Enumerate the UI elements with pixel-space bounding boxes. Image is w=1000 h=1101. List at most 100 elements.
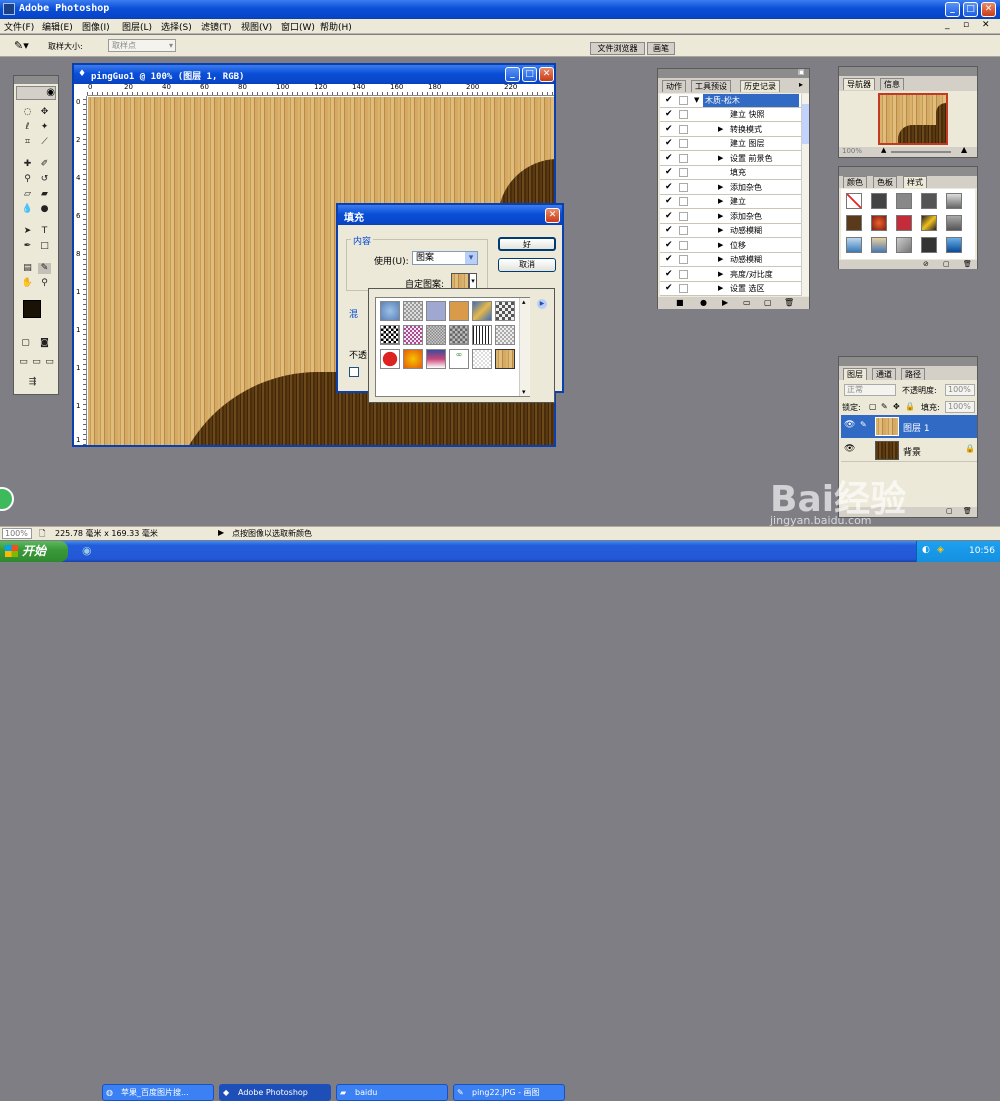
history-item[interactable]: ✔ ▶ 位移 [660, 239, 801, 253]
checkmark-icon[interactable]: ✔ [665, 96, 674, 105]
layer-row-background[interactable]: 👁 背景 🔒 [841, 439, 977, 462]
history-item[interactable]: ✔ ▶ 转换模式 [660, 123, 801, 137]
tab-paths[interactable]: 路径 [901, 368, 925, 380]
eraser-tool-icon[interactable]: ▱ [21, 189, 34, 200]
checkmark-icon[interactable]: ✔ [665, 255, 674, 264]
checkmark-icon[interactable]: ✔ [665, 269, 674, 279]
blur-tool-icon[interactable]: 💧 [21, 204, 34, 215]
pattern-swatch[interactable] [380, 325, 400, 345]
checkmark-icon[interactable]: ✔ [665, 240, 674, 250]
screen-mode-1-icon[interactable]: ▭ [17, 357, 30, 368]
zoom-slider[interactable] [891, 151, 951, 153]
expand-arrow-icon[interactable]: ▶ [718, 253, 723, 266]
pattern-swatch[interactable] [403, 349, 423, 369]
tab-history[interactable]: 历史记录 [740, 80, 780, 92]
stop-icon[interactable]: ■ [676, 297, 684, 309]
tray-icon[interactable]: ◈ [937, 545, 944, 555]
style-swatch[interactable] [871, 237, 887, 253]
brush-link-icon[interactable]: ✎ [860, 420, 867, 429]
pattern-swatch[interactable] [472, 349, 492, 369]
move-tool-icon[interactable]: ✥ [38, 107, 51, 118]
slice-tool-icon[interactable]: ⟋ [38, 137, 51, 148]
expand-arrow-icon[interactable]: ▶ [718, 195, 723, 208]
imageready-icon[interactable]: ⇶ [26, 377, 39, 388]
taskbar-item-folder[interactable]: ▰ baidu [336, 1084, 448, 1101]
menu-edit[interactable]: 编辑(E) [42, 20, 73, 33]
history-scrollbar[interactable] [801, 94, 809, 296]
scroll-thumb[interactable] [802, 104, 809, 144]
tab-swatches[interactable]: 色板 [873, 176, 897, 188]
expand-arrow-icon[interactable]: ▶ [718, 239, 723, 252]
style-swatch[interactable] [846, 237, 862, 253]
pattern-scrollbar[interactable]: ▴ ▾ [519, 298, 530, 396]
pattern-swatch[interactable] [472, 301, 492, 321]
pattern-swatch[interactable] [380, 349, 400, 369]
marquee-tool-icon[interactable]: ◌ [21, 107, 34, 118]
doc-restore-icon[interactable]: ▫ [963, 20, 969, 30]
style-swatch[interactable] [921, 215, 937, 231]
lock-position-icon[interactable]: ✥ [893, 402, 900, 411]
style-swatch[interactable] [846, 215, 862, 231]
toggle-icon[interactable] [679, 197, 688, 206]
menu-image[interactable]: 图像(I) [82, 20, 110, 33]
doc-close-button[interactable]: ✕ [539, 67, 554, 82]
zoom-in-icon[interactable]: ▲ [961, 145, 967, 154]
taskbar-item-photoshop[interactable]: ◆ Adobe Photoshop [219, 1084, 331, 1101]
menu-help[interactable]: 帮助(H) [320, 20, 352, 33]
new-set-icon[interactable]: ▭ [743, 297, 751, 309]
style-swatch[interactable] [921, 193, 937, 209]
toggle-icon[interactable] [679, 226, 688, 235]
magic-wand-icon[interactable]: ✦ [38, 122, 51, 133]
tab-navigator[interactable]: 导航器 [843, 78, 875, 90]
zoom-tool-icon[interactable]: ⚲ [38, 278, 51, 289]
style-swatch-none[interactable] [846, 193, 862, 209]
quickmask-off-icon[interactable]: ▢ [19, 338, 32, 349]
type-tool-icon[interactable]: T [38, 226, 51, 237]
new-action-icon[interactable]: ▢ [764, 297, 772, 309]
menu-file[interactable]: 文件(F) [4, 20, 34, 33]
panel-menu-icon[interactable]: ▸ [799, 80, 803, 89]
healing-tool-icon[interactable]: ✚ [21, 159, 34, 170]
quickmask-on-icon[interactable]: ◙ [38, 338, 51, 349]
history-item[interactable]: ✔ ▶ 动感模糊 [660, 224, 801, 238]
close-button[interactable]: ✕ [981, 2, 996, 17]
eyedropper-icon[interactable]: ✎ [38, 263, 51, 274]
cancel-button[interactable]: 取消 [498, 258, 556, 272]
path-select-icon[interactable]: ➤ [21, 226, 34, 237]
expand-icon[interactable]: ▼ [694, 94, 699, 107]
play-icon[interactable]: ▶ [722, 297, 728, 309]
history-item[interactable]: ✔ ▶ 建立 [660, 195, 801, 209]
menu-window[interactable]: 窗口(W) [281, 20, 315, 33]
toggle-icon[interactable] [679, 269, 688, 279]
shape-tool-icon[interactable]: □ [38, 241, 51, 252]
lock-all-icon[interactable]: 🔒 [905, 402, 915, 411]
checkmark-icon[interactable]: ✔ [665, 124, 674, 134]
pattern-swatch[interactable] [403, 325, 423, 345]
taskbar-item-browser[interactable]: ◍ 苹果_百度图片搜... [102, 1084, 214, 1101]
history-item[interactable]: ✔ ▶ 设置 前景色 [660, 152, 801, 166]
eyedropper-tool-icon[interactable]: ✎▾ [14, 39, 29, 52]
dodge-tool-icon[interactable]: ● [38, 204, 51, 215]
pattern-swatch[interactable] [472, 325, 492, 345]
notes-tool-icon[interactable]: ▤ [21, 263, 34, 274]
blend-mode-select[interactable]: 正常 [844, 384, 896, 396]
minimize-button[interactable]: _ [945, 2, 960, 17]
style-swatch[interactable] [871, 215, 887, 231]
screen-mode-2-icon[interactable]: ▭ [30, 357, 43, 368]
maximize-button[interactable]: □ [963, 2, 978, 17]
style-swatch[interactable] [896, 237, 912, 253]
clear-style-icon[interactable]: ⊘ [923, 260, 929, 268]
pattern-swatch[interactable] [426, 301, 446, 321]
pattern-swatch[interactable] [426, 325, 446, 345]
history-item[interactable]: ✔ ▶ 添加杂色 [660, 210, 801, 224]
expand-arrow-icon[interactable]: ▶ [718, 181, 723, 194]
history-item[interactable]: ✔ ▶ 亮度/对比度 [660, 268, 801, 282]
play-arrow-icon[interactable]: ▶ [218, 528, 224, 537]
checkmark-icon[interactable]: ✔ [665, 168, 674, 177]
toggle-icon[interactable] [679, 153, 688, 163]
sample-size-select[interactable]: 取样点 ▾ [108, 39, 176, 52]
pattern-swatch[interactable] [449, 301, 469, 321]
checkmark-icon[interactable]: ✔ [665, 211, 674, 221]
tab-file-browser[interactable]: 文件浏览器 [590, 42, 645, 55]
pattern-swatch[interactable] [426, 349, 446, 369]
